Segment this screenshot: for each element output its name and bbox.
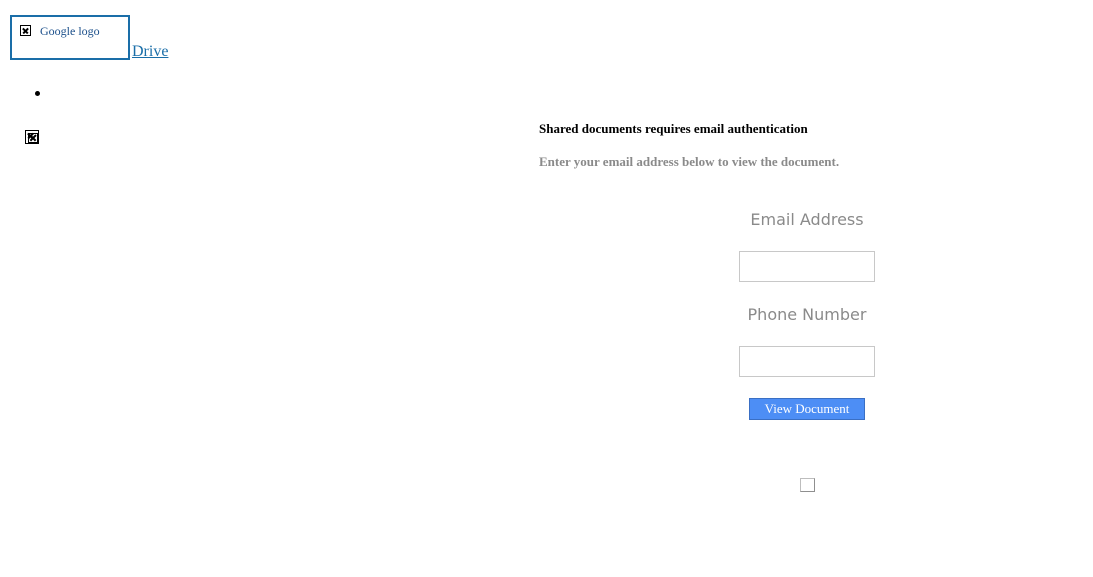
list-bullet — [35, 91, 40, 96]
instruction-text: Enter your email address below to view t… — [539, 154, 840, 169]
page: Google logo Drive Shared documents requi… — [0, 0, 1093, 577]
drive-link[interactable]: Drive — [132, 44, 168, 60]
phone-field[interactable] — [739, 346, 875, 377]
email-field[interactable] — [739, 251, 875, 282]
broken-image-icon — [25, 130, 39, 144]
broken-image-icon — [20, 25, 31, 36]
google-logo[interactable]: Google logo — [10, 15, 130, 60]
home-link[interactable]: Google logo Drive — [10, 15, 168, 60]
page-title: Shared documents requires email authenti… — [539, 121, 808, 136]
email-label: Email Address — [750, 210, 864, 229]
phone-label: Phone Number — [747, 305, 867, 324]
view-document-button[interactable]: View Document — [749, 398, 865, 420]
logo-alt-text: Google logo — [40, 24, 100, 38]
checkbox[interactable] — [800, 478, 815, 492]
